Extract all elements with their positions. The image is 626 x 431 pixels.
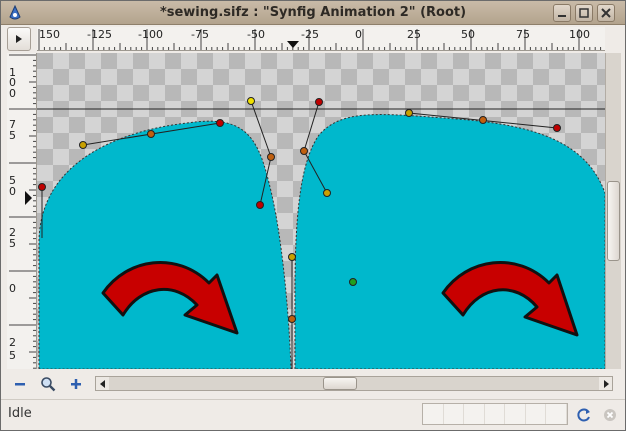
ruler-label: 0 [9, 282, 16, 295]
horizontal-ruler[interactable]: 150 -125 -100 -75 -50 -25 0 25 50 75 100 [37, 27, 605, 51]
render-progress-bar [422, 403, 568, 425]
scroll-right-button[interactable] [599, 377, 612, 390]
zoom-in-icon [71, 379, 81, 389]
tangent-handle[interactable] [315, 98, 323, 106]
ruler-label: 5 [9, 129, 16, 142]
ruler-label: -100 [138, 28, 163, 41]
title-bar[interactable]: *sewing.sifz : "Synfig Animation 2" (Roo… [1, 1, 625, 25]
scroll-left-button[interactable] [96, 377, 109, 390]
maximize-icon [579, 8, 589, 18]
ruler-label: 25 [407, 28, 421, 41]
ruler-label: -50 [247, 28, 265, 41]
stop-icon [604, 409, 616, 421]
caret-right-icon [603, 379, 609, 388]
zoom-in-button[interactable] [65, 374, 87, 394]
tangent-handle[interactable] [553, 124, 561, 132]
ruler-label: 150 [39, 28, 60, 41]
zoom-magnifier-icon [41, 377, 56, 392]
ruler-label: 0 [9, 185, 16, 198]
caret-left-icon [99, 379, 105, 388]
vertical-scrollbar-thumb[interactable] [607, 181, 620, 261]
ruler-label: -125 [87, 28, 112, 41]
status-text: Idle [8, 406, 32, 421]
canvas-drawing[interactable] [37, 53, 605, 369]
vertex-handle[interactable] [147, 130, 155, 138]
maximize-button[interactable] [575, 4, 593, 22]
vertex-handle[interactable] [479, 116, 487, 124]
stop-button[interactable] [600, 405, 620, 425]
application-window: *sewing.sifz : "Synfig Animation 2" (Roo… [0, 0, 626, 431]
minimize-button[interactable] [553, 4, 571, 22]
vertical-scrollbar[interactable] [605, 53, 621, 369]
status-bar: Idle [1, 399, 625, 429]
tangent-handle[interactable] [256, 201, 264, 209]
horizontal-scrollbar[interactable] [95, 376, 613, 391]
tangent-handle[interactable] [405, 109, 413, 117]
canvas-menu-button[interactable] [7, 27, 31, 51]
time-cursor-marker [287, 41, 299, 48]
horizontal-scrollbar-thumb[interactable] [323, 377, 357, 390]
right-shape[interactable] [294, 114, 605, 369]
ruler-label: 2 [9, 336, 16, 349]
caret-right-icon [16, 35, 22, 43]
ruler-label: -75 [191, 28, 209, 41]
origin-handle[interactable] [349, 278, 357, 286]
ruler-marker [25, 191, 32, 205]
ruler-label: 100 [569, 28, 590, 41]
vertex-handle[interactable] [267, 153, 275, 161]
zoom-out-icon [15, 383, 25, 386]
refresh-button[interactable] [574, 405, 594, 425]
vertex-handle[interactable] [288, 315, 296, 323]
work-area-canvas[interactable] [37, 53, 605, 369]
close-button[interactable] [597, 4, 615, 22]
ruler-label: 5 [9, 349, 16, 362]
ruler-label: 0 [355, 28, 362, 41]
tangent-handle[interactable] [79, 141, 87, 149]
close-icon [601, 8, 611, 18]
minimize-icon [558, 15, 566, 17]
ruler-label: -25 [301, 28, 319, 41]
tangent-handle[interactable] [38, 183, 46, 191]
zoom-out-button[interactable] [9, 374, 31, 394]
tangent-handle[interactable] [216, 119, 224, 127]
refresh-icon [577, 408, 590, 422]
tangent-handle[interactable] [288, 253, 296, 261]
vertex-handle[interactable] [300, 147, 308, 155]
vertical-ruler[interactable]: 1 0 0 7 5 5 0 2 5 0 2 5 [7, 53, 37, 369]
window-title: *sewing.sifz : "Synfig Animation 2" (Roo… [159, 5, 467, 20]
zoom-toolbar [7, 373, 621, 395]
zoom-fit-button[interactable] [37, 374, 59, 394]
ruler-label: 0 [9, 87, 16, 100]
tangent-handle[interactable] [247, 97, 255, 105]
ruler-label: 5 [9, 237, 16, 250]
ruler-label: 50 [461, 28, 475, 41]
tangent-handle[interactable] [323, 189, 331, 197]
ruler-ticks [9, 54, 36, 369]
ruler-label: 75 [516, 28, 530, 41]
